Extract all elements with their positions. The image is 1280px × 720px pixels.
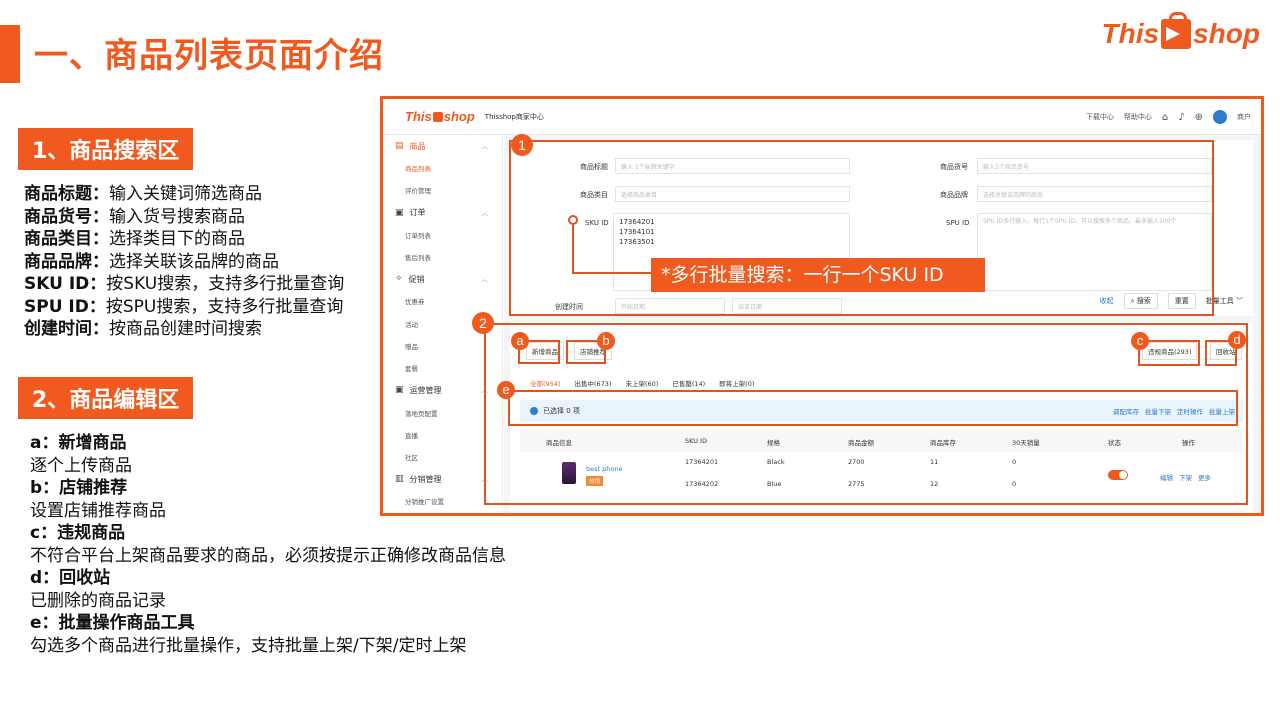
line-text: 按商品创建时间搜索 (109, 319, 262, 339)
section1-line: SPU ID：按SPU搜索，支持多行批量查询 (24, 296, 344, 319)
item-title-text: d：回收站 (30, 568, 111, 588)
sidebar-item-coupons[interactable]: 优惠券 (383, 290, 502, 312)
section2-header: 2、商品编辑区 (18, 377, 194, 419)
line-label: SPU ID： (24, 296, 106, 317)
callout-connector-vertical (572, 225, 574, 274)
section1-header: 1、商品搜索区 (18, 128, 194, 170)
shopping-bag-icon (432, 112, 443, 122)
mini-brand-logo[interactable]: This shop (405, 109, 475, 124)
line-label: 商品标题： (24, 184, 109, 204)
line-label: SKU ID： (24, 274, 107, 294)
slide-title: 一、商品列表页面介绍 (34, 36, 384, 76)
sidebar-item-order-list[interactable]: 订单列表 (383, 224, 502, 246)
item-title-text: a：新增商品 (30, 433, 127, 453)
annotation-b: b (597, 332, 615, 350)
line-text: 按SKU搜索，支持多行批量查询 (106, 274, 345, 294)
nav-right: 下载中心 帮助中心 ⌂ ♪ ⊕ 商户 (1086, 99, 1251, 135)
sidebar-group-label: 订单 (409, 208, 426, 218)
chevron-up-icon: ︿ (481, 208, 488, 217)
annotation-a: a (511, 332, 529, 350)
user-name[interactable]: 商户 (1237, 112, 1251, 122)
line-text: 选择类目下的商品 (109, 229, 245, 249)
sidebar-group-promotion[interactable]: ✧ 促销 ︿ (383, 268, 502, 290)
line-text: 输入关键词筛选商品 (109, 184, 262, 204)
section1-line: 创建时间：按商品创建时间搜索 (24, 318, 344, 341)
item-desc: 勾选多个商品进行批量操作，支持批量上架/下架/定时上架 (30, 635, 467, 656)
line-text: 按SPU搜索，支持多行批量查询 (105, 296, 344, 317)
item-title: d：回收站 (30, 567, 506, 590)
sidebar-item-goods-list[interactable]: 商品列表 (383, 157, 502, 179)
item-title-text: e：批量操作商品工具 (30, 613, 195, 633)
chevron-down-icon: ﹀ (1233, 297, 1243, 305)
brand-logo-left: This (1101, 18, 1160, 49)
annotation-c: c (1131, 332, 1149, 350)
mini-brand-left: This (405, 109, 432, 124)
sidebar-group-label: 运营管理 (409, 385, 442, 395)
promotion-icon: ✧ (395, 274, 403, 285)
section1-line: 商品货号：输入货号搜索商品 (24, 206, 344, 229)
annotation-1: 1 (511, 134, 533, 156)
item-desc: 已删除的商品记录 (30, 590, 166, 611)
section1-line: 商品类目：选择类目下的商品 (24, 228, 344, 251)
sidebar-group-label: 促销 (408, 274, 425, 284)
distribution-icon: ▥ (395, 474, 404, 485)
bulk-tools-highlight (508, 390, 1238, 426)
nav-download-center[interactable]: 下载中心 (1086, 112, 1114, 122)
sku-callout: *多行批量搜索：一行一个SKU ID (651, 258, 985, 292)
avatar[interactable] (1213, 110, 1227, 124)
line-label: 商品货号： (24, 206, 109, 227)
top-nav: This shop Thisshop商家中心 下载中心 帮助中心 ⌂ ♪ ⊕ 商户 (383, 99, 1261, 135)
annotation-d: d (1228, 331, 1246, 349)
orders-icon: ▣ (395, 207, 404, 218)
sidebar-group-goods[interactable]: ▤ 商品 ︿ (383, 135, 502, 157)
shopping-bag-icon (1161, 12, 1192, 49)
globe-icon[interactable]: ⊕ (1195, 112, 1203, 123)
chevron-up-icon: ︿ (481, 275, 488, 284)
item-desc: 不符合平台上架商品要求的商品，必须按提示正确修改商品信息 (30, 545, 506, 566)
section1-line: 商品品牌：选择关联该品牌的商品 (24, 251, 344, 274)
section1-line: 商品标题：输入关键词筛选商品 (24, 183, 344, 206)
callout-connector-horizontal (572, 272, 651, 274)
brand-logo: This shop (1101, 12, 1260, 50)
annotation-e: e (497, 381, 515, 399)
mini-brand-right: shop (443, 109, 475, 124)
nav-help-center[interactable]: 帮助中心 (1124, 112, 1152, 122)
line-text: 输入货号搜索商品 (109, 206, 245, 227)
chevron-up-icon: ︿ (481, 142, 488, 150)
store-name: Thisshop商家中心 (484, 112, 544, 121)
bell-icon[interactable]: ♪ (1178, 112, 1184, 123)
line-label: 创建时间： (24, 319, 109, 339)
item-title: e：批量操作商品工具 (30, 612, 506, 635)
line-label: 商品类目： (24, 229, 109, 249)
sidebar-group-label: 商品 (409, 141, 426, 151)
sku-pointer-dot (568, 215, 578, 225)
line-label: 商品品牌： (24, 251, 109, 272)
line-text: 选择关联该品牌的商品 (109, 251, 279, 272)
brand-logo-right: shop (1193, 18, 1260, 49)
goods-icon: ▤ (395, 141, 404, 151)
sidebar-item-reviews[interactable]: 评价管理 (383, 179, 502, 201)
title-accent-bar (0, 25, 20, 83)
item-title: c：违规商品 (30, 522, 506, 545)
sidebar-group-label: 分销管理 (409, 474, 442, 484)
item-title-text: c：违规商品 (30, 523, 126, 543)
store-icon[interactable]: ⌂ (1162, 112, 1168, 123)
annotation-2: 2 (472, 312, 494, 334)
operations-icon: ▣ (395, 385, 404, 396)
sidebar-group-orders[interactable]: ▣ 订单 ︿ (383, 202, 502, 224)
section1-list: 商品标题：输入关键词筛选商品 商品货号：输入货号搜索商品 商品类目：选择类目下的… (24, 183, 344, 341)
sidebar-item-after-sales[interactable]: 售后列表 (383, 246, 502, 268)
item-title-text: b：店铺推荐 (30, 478, 128, 498)
section1-line: SKU ID：按SKU搜索，支持多行批量查询 (24, 273, 344, 296)
